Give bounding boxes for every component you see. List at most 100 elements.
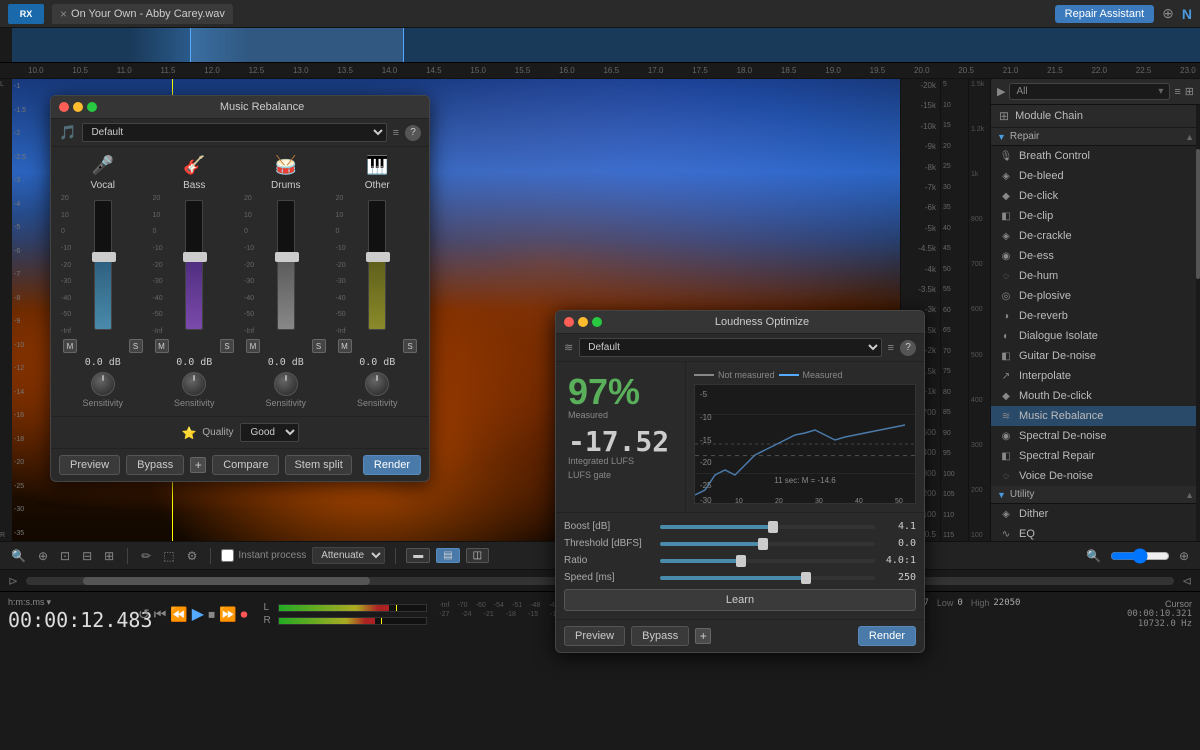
waveform-overview-track[interactable] (12, 28, 1200, 62)
lo-threshold-slider[interactable] (660, 542, 875, 546)
brush-tool[interactable]: ⚙ (184, 547, 201, 565)
lo-render-button[interactable]: Render (858, 626, 916, 646)
lo-learn-button[interactable]: Learn (564, 589, 916, 611)
lo-ratio-thumb[interactable] (736, 555, 746, 567)
lo-menu-button[interactable]: ≡ (888, 342, 894, 354)
mr-minimize-button[interactable] (73, 102, 83, 112)
right-panel-scrollbar[interactable] (1196, 105, 1200, 541)
lo-boost-thumb[interactable] (768, 521, 778, 533)
module-filter-select[interactable]: All ▾ (1009, 83, 1170, 100)
vocal-fader-track[interactable] (94, 200, 112, 330)
bass-solo-button[interactable]: S (220, 339, 234, 353)
grid-icon[interactable]: ⊞ (1185, 85, 1194, 98)
mr-close-button[interactable] (59, 102, 69, 112)
drums-solo-button[interactable]: S (312, 339, 326, 353)
other-sensitivity-knob[interactable] (365, 372, 389, 396)
module-item-music-rebalance[interactable]: ≋ Music Rebalance (991, 406, 1200, 426)
monitor-icon[interactable]: ⊕ (1162, 5, 1174, 22)
module-item-spectral-repair[interactable]: ◧ Spectral Repair (991, 446, 1200, 466)
repair-assistant-button[interactable]: Repair Assistant (1055, 5, 1154, 23)
module-item-de-bleed[interactable]: ◈ De-bleed (991, 166, 1200, 186)
file-tab[interactable]: × On Your Own - Abby Carey.wav (52, 4, 233, 24)
lo-threshold-thumb[interactable] (758, 538, 768, 550)
mr-stem-split-button[interactable]: Stem split (285, 455, 351, 475)
lo-speed-slider[interactable] (660, 576, 875, 580)
waveform-overview[interactable] (0, 28, 1200, 63)
right-panel-scrollbar-thumb[interactable] (1196, 149, 1200, 280)
drums-sensitivity-knob[interactable] (274, 372, 298, 396)
zoom-selection-button[interactable]: ⊟ (79, 547, 95, 565)
scroll-left-icon[interactable]: ⊳ (8, 574, 18, 588)
lo-close-button[interactable] (564, 317, 574, 327)
record-button[interactable]: ⏺ (241, 606, 248, 623)
bass-fader-thumb[interactable] (183, 252, 207, 262)
lo-boost-slider[interactable] (660, 525, 875, 529)
zoom-reset-button[interactable]: ⊞ (101, 547, 117, 565)
other-fader-area[interactable]: 20 10 0 -10 -20 -30 -40 -50 -Inf (334, 195, 422, 335)
mr-render-button[interactable]: Render (363, 455, 421, 475)
bass-sensitivity-knob[interactable] (182, 372, 206, 396)
waveform-selection-region[interactable] (190, 28, 404, 62)
drums-mute-button[interactable]: M (246, 339, 260, 353)
mr-bypass-button[interactable]: Bypass (126, 455, 184, 475)
time-format-dropdown-icon[interactable]: ▾ (47, 597, 52, 608)
mr-preset-select[interactable]: Default (82, 123, 386, 142)
quality-select[interactable]: Good (240, 423, 299, 442)
lo-ratio-slider[interactable] (660, 559, 875, 563)
lo-minimize-button[interactable] (578, 317, 588, 327)
module-item-interpolate[interactable]: ↗ Interpolate (991, 366, 1200, 386)
scrollbar-thumb[interactable] (83, 577, 370, 585)
repair-section-header[interactable]: ▼ Repair ▲ (991, 128, 1200, 146)
zoom-in-button[interactable]: ⊕ (35, 547, 51, 565)
tab-close-icon[interactable]: × (60, 7, 67, 21)
lo-add-button[interactable]: + (695, 628, 711, 644)
lo-loudness-chart[interactable]: -5 -10 -15 -20 -25 -30 10 20 30 40 50 se… (694, 384, 916, 504)
zoom-plus-button[interactable]: ⊕ (1176, 547, 1192, 565)
mr-maximize-button[interactable] (87, 102, 97, 112)
other-solo-button[interactable]: S (403, 339, 417, 353)
vocal-sensitivity-knob[interactable] (91, 372, 115, 396)
zoom-minus-button[interactable]: 🔍 (1083, 547, 1104, 565)
zoom-slider[interactable] (1110, 548, 1170, 564)
module-item-breath-control[interactable]: 🎙 Breath Control (991, 146, 1200, 166)
other-fader-thumb[interactable] (366, 252, 390, 262)
spectrogram-view-button[interactable]: ▤ (436, 548, 459, 563)
zoom-fit-button[interactable]: ⊡ (57, 547, 73, 565)
module-item-dialogue-isolate[interactable]: ◐ Dialogue Isolate (991, 326, 1200, 346)
module-item-de-hum[interactable]: ◌ De-hum (991, 266, 1200, 286)
drums-fader-track[interactable] (277, 200, 295, 330)
zoom-out-button[interactable]: 🔍 (8, 547, 29, 565)
vocal-fader-thumb[interactable] (92, 252, 116, 262)
mr-compare-button[interactable]: Compare (212, 455, 279, 475)
vocal-solo-button[interactable]: S (129, 339, 143, 353)
instant-process-checkbox[interactable]: Instant process (221, 549, 306, 562)
bass-fader-area[interactable]: 20 10 0 -10 -20 -30 -40 -50 -Inf (151, 195, 239, 335)
lo-preset-select[interactable]: Default (579, 338, 881, 357)
list-icon[interactable]: ≡ (1174, 86, 1180, 98)
scroll-right-icon[interactable]: ⊲ (1182, 574, 1192, 588)
fast-forward-button[interactable]: ⏩ (219, 606, 236, 623)
module-item-eq[interactable]: ∿ EQ (991, 524, 1200, 541)
lo-bypass-button[interactable]: Bypass (631, 626, 689, 646)
module-item-de-clip[interactable]: ◧ De-clip (991, 206, 1200, 226)
module-item-de-ess[interactable]: ◉ De-ess (991, 246, 1200, 266)
play-button[interactable]: ▶ (192, 604, 204, 624)
stop-button[interactable]: ⏹ (208, 606, 215, 623)
combined-view-button[interactable]: ◫ (466, 548, 489, 563)
mr-add-button[interactable]: + (190, 457, 206, 473)
drums-fader-thumb[interactable] (275, 252, 299, 262)
module-item-voice-de-noise[interactable]: ◌ Voice De-noise (991, 466, 1200, 486)
module-item-de-reverb[interactable]: ◑ De-reverb (991, 306, 1200, 326)
other-mute-button[interactable]: M (338, 339, 352, 353)
previous-button[interactable]: ⏮ (154, 606, 167, 623)
rewind-button[interactable]: ⏪ (170, 606, 187, 623)
mr-menu-button[interactable]: ≡ (393, 127, 399, 139)
lo-preview-button[interactable]: Preview (564, 626, 625, 646)
bass-mute-button[interactable]: M (155, 339, 169, 353)
bass-fader-track[interactable] (185, 200, 203, 330)
module-item-de-click[interactable]: ◆ De-click (991, 186, 1200, 206)
loop-button[interactable]: ↺ (138, 606, 150, 623)
module-item-de-crackle[interactable]: ◈ De-crackle (991, 226, 1200, 246)
lo-speed-thumb[interactable] (801, 572, 811, 584)
pencil-tool[interactable]: ✏ (138, 547, 154, 565)
